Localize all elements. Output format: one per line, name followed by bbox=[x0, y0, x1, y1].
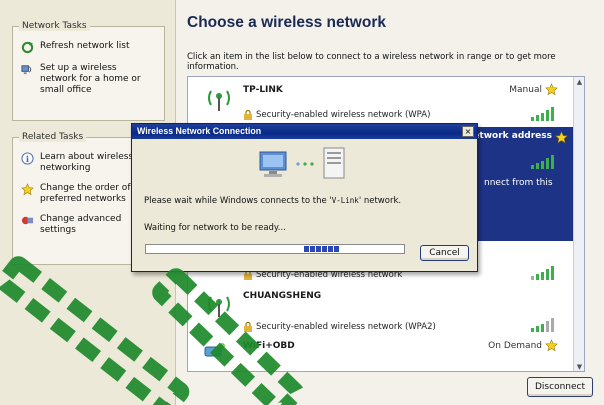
disconnect-button[interactable]: Disconnect bbox=[527, 377, 593, 397]
message-suffix: ' network. bbox=[358, 196, 402, 206]
network-tasks-title: Network Tasks bbox=[19, 21, 90, 31]
settings-icon bbox=[21, 216, 34, 225]
network-security: Security-enabled wireless network (WPA) bbox=[256, 110, 431, 120]
dialog-message: Please wait while Windows connects to th… bbox=[144, 196, 401, 206]
svg-text:i: i bbox=[26, 154, 29, 164]
network-tasks-box: Network Tasks Refresh network list Set u… bbox=[12, 21, 165, 121]
network-name: CHUANGSHENG bbox=[243, 291, 322, 301]
preferred-star-icon bbox=[555, 131, 568, 144]
close-icon[interactable]: × bbox=[462, 126, 474, 137]
signal-strength-icon bbox=[531, 107, 554, 121]
related-tasks-title: Related Tasks bbox=[19, 132, 87, 142]
preferred-star-icon bbox=[545, 339, 558, 352]
network-status: Manual bbox=[509, 85, 542, 95]
network-name: WiFi+OBD bbox=[243, 341, 295, 351]
dialog-title: Wireless Network Connection bbox=[132, 124, 477, 139]
wireless-antenna-icon bbox=[208, 90, 230, 111]
connect-info-text: nnect from this bbox=[484, 178, 553, 188]
list-scrollbar[interactable]: ▲ ▼ bbox=[573, 77, 584, 371]
network-item-chuangsheng[interactable]: CHUANGSHENG Security-enabled wireless ne… bbox=[188, 285, 574, 335]
network-item-wifi-obd[interactable]: WiFi+OBD On Demand bbox=[188, 335, 574, 371]
preferred-star-icon bbox=[545, 83, 558, 96]
scroll-up-icon[interactable]: ▲ bbox=[575, 78, 584, 87]
network-item-tp-link[interactable]: TP-LINK Manual Security-enabled wireless… bbox=[188, 77, 574, 127]
refresh-network-list-link[interactable]: Refresh network list bbox=[21, 41, 156, 54]
page-description: Click an item in the list below to conne… bbox=[187, 52, 556, 72]
connection-progress-bar bbox=[145, 244, 405, 254]
progress-block bbox=[334, 246, 339, 252]
progress-fill bbox=[304, 246, 339, 252]
network-name-text: V-Link bbox=[331, 196, 359, 205]
refresh-icon bbox=[21, 41, 34, 54]
progress-block bbox=[316, 246, 321, 252]
wireless-antenna-icon bbox=[208, 296, 230, 317]
signal-strength-icon bbox=[531, 318, 554, 332]
info-icon: i bbox=[21, 152, 34, 165]
star-icon bbox=[21, 183, 34, 196]
lock-icon bbox=[244, 322, 252, 332]
network-name: TP-LINK bbox=[243, 85, 283, 95]
signal-strength-icon bbox=[531, 266, 554, 280]
waiting-status-text: Waiting for network to be ready... bbox=[144, 223, 286, 233]
setup-wireless-network-link[interactable]: Set up a wireless network for a home or … bbox=[21, 63, 156, 96]
connection-dialog: Wireless Network Connection × Please wai… bbox=[131, 123, 478, 272]
setup-wireless-network-label: Set up a wireless network for a home or … bbox=[40, 63, 141, 95]
message-prefix: Please wait while Windows connects to th… bbox=[144, 196, 332, 206]
refresh-network-list-label: Refresh network list bbox=[40, 41, 130, 51]
network-security: Security-enabled wireless network (WPA2) bbox=[256, 322, 436, 332]
page-title: Choose a wireless network bbox=[187, 14, 386, 31]
connecting-animation-icon bbox=[259, 147, 345, 179]
cancel-button[interactable]: Cancel bbox=[420, 245, 469, 261]
progress-block bbox=[322, 246, 327, 252]
setup-network-icon bbox=[21, 65, 32, 75]
progress-block bbox=[310, 246, 315, 252]
signal-strength-icon bbox=[531, 155, 554, 169]
lock-icon bbox=[244, 110, 252, 120]
progress-block bbox=[328, 246, 333, 252]
network-device-icon bbox=[204, 343, 225, 357]
progress-block bbox=[304, 246, 309, 252]
network-status: On Demand bbox=[488, 341, 542, 351]
scroll-down-icon[interactable]: ▼ bbox=[575, 363, 584, 371]
